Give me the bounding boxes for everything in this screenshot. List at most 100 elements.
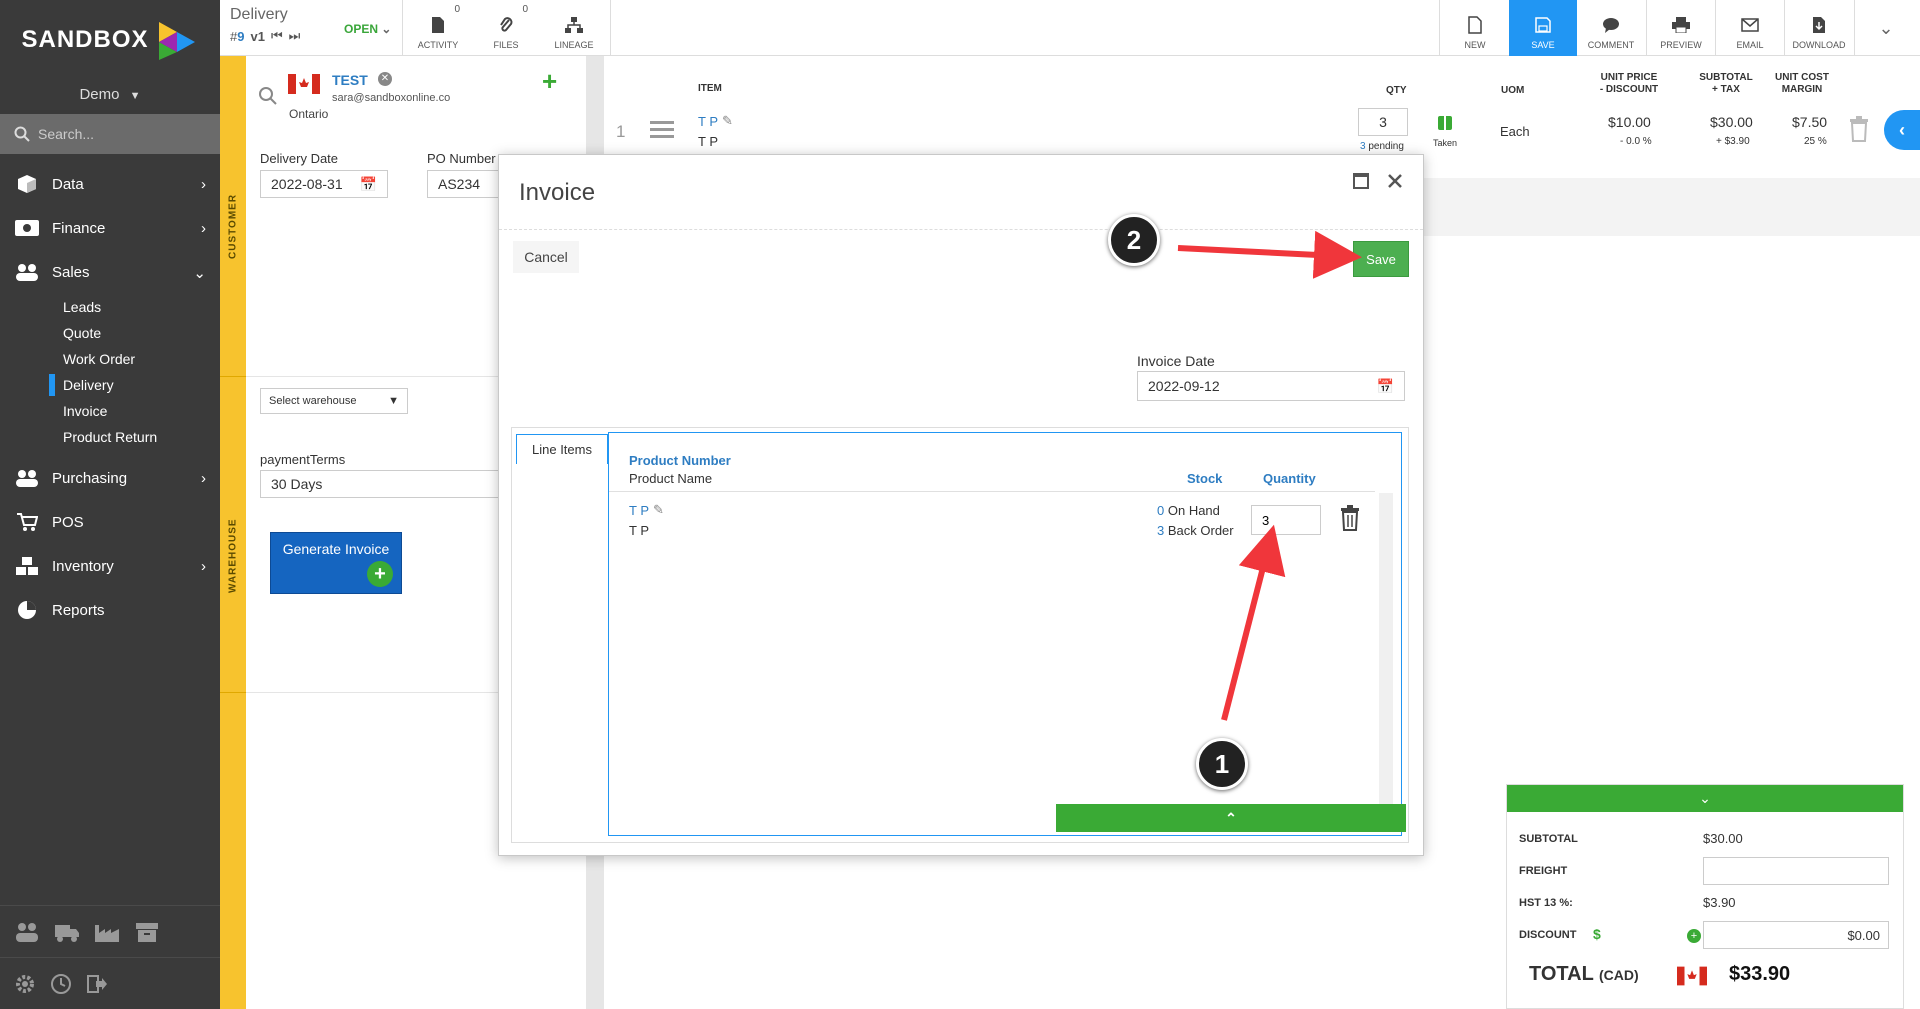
close-icon[interactable] — [1387, 173, 1403, 189]
col-stock: Stock — [1187, 471, 1223, 486]
dialog-divider — [499, 229, 1423, 230]
last-record-icon[interactable]: ⏭ — [289, 28, 301, 44]
sidebar-item-invoice[interactable]: Invoice — [0, 398, 220, 424]
save-label: SAVE — [1531, 40, 1555, 50]
line-code-link[interactable]: T P — [629, 503, 649, 518]
contacts-icon[interactable] — [14, 921, 40, 943]
sidebar-item-leads[interactable]: Leads — [0, 294, 220, 320]
new-label: NEW — [1464, 40, 1486, 50]
archive-icon[interactable] — [134, 921, 160, 943]
delivery-date-field[interactable]: 2022-08-31 📅 — [260, 170, 388, 198]
nav-data[interactable]: Data › — [0, 162, 220, 206]
files-button[interactable]: 0 FILES — [472, 0, 540, 56]
save-button[interactable]: SAVE — [1509, 0, 1577, 56]
customer-province: Ontario — [289, 107, 329, 121]
trash-icon[interactable] — [1848, 116, 1870, 145]
grid-scrollbar[interactable] — [1379, 493, 1393, 813]
brand-logo[interactable]: SANDBOX — [0, 0, 220, 80]
envelope-icon — [1741, 14, 1759, 36]
comment-button[interactable]: COMMENT — [1577, 0, 1645, 56]
plus-icon: + — [367, 561, 393, 587]
sidebar-bottom — [0, 905, 220, 1009]
freight-input[interactable] — [1703, 857, 1889, 885]
warehouse-select[interactable]: Select warehouse ▼ — [260, 388, 408, 414]
chevron-right-icon: › — [201, 176, 206, 193]
collapse-panel-tab[interactable]: ‹ — [1884, 110, 1920, 150]
sidebar-item-delivery[interactable]: Delivery — [0, 372, 220, 398]
quantity-input[interactable] — [1251, 505, 1321, 535]
logout-icon[interactable] — [86, 973, 108, 995]
invoice-dialog: Invoice Cancel Save Invoice Date 2022-09… — [498, 154, 1424, 856]
tab-line-items[interactable]: Line Items — [516, 434, 608, 464]
company-selector[interactable]: Demo ▼ — [0, 80, 220, 110]
truck-icon[interactable] — [54, 921, 80, 943]
item-code-link[interactable]: T P — [698, 114, 718, 129]
invoice-date-field[interactable]: 2022-09-12 📅 — [1137, 371, 1405, 401]
dialog-save-button[interactable]: Save — [1353, 241, 1409, 277]
nav-finance[interactable]: Finance › — [0, 206, 220, 250]
document-type: Delivery — [230, 6, 288, 23]
nav-pos[interactable]: POS — [0, 500, 220, 544]
remove-customer-icon[interactable]: ✕ — [378, 72, 392, 86]
chevron-down-icon: ▼ — [129, 90, 141, 102]
nav-purchasing[interactable]: Purchasing › — [0, 456, 220, 500]
totals-collapse-bar[interactable]: ⌄ — [1507, 785, 1903, 812]
calendar-icon[interactable]: 📅 — [360, 176, 377, 193]
subtotal-value: $30.00 — [1710, 114, 1753, 130]
expand-grid-bar[interactable]: ⌃ — [1056, 804, 1406, 832]
factory-icon[interactable] — [94, 921, 120, 943]
invoice-date-value: 2022-09-12 — [1148, 378, 1220, 394]
cancel-button[interactable]: Cancel — [513, 241, 579, 273]
gear-icon[interactable] — [14, 973, 36, 995]
sidebar-item-quote[interactable]: Quote — [0, 320, 220, 346]
payment-terms-value: 30 Days — [271, 476, 323, 492]
sidebar-item-product-return[interactable]: Product Return — [0, 424, 220, 450]
unit-price-value: $10.00 — [1608, 114, 1651, 130]
lineage-button[interactable]: LINEAGE — [540, 0, 608, 56]
more-actions-button[interactable]: ⌄ — [1856, 0, 1916, 56]
new-button[interactable]: NEW — [1441, 0, 1509, 56]
nav-inventory[interactable]: Inventory › — [0, 544, 220, 588]
strip-divider — [220, 692, 246, 693]
item-name: T P — [698, 134, 718, 149]
edit-icon[interactable]: ✎ — [722, 113, 733, 129]
first-record-icon[interactable]: ⏮ — [271, 28, 283, 44]
add-contact-icon[interactable]: + — [542, 66, 557, 97]
qty-input[interactable]: 3 — [1358, 108, 1408, 136]
sidebar-search-input[interactable] — [38, 126, 198, 142]
preview-button[interactable]: PREVIEW — [1647, 0, 1715, 56]
email-button[interactable]: EMAIL — [1716, 0, 1784, 56]
maximize-icon[interactable] — [1353, 173, 1369, 189]
status-badge: OPEN — [344, 22, 379, 36]
col-item: ITEM — [698, 83, 722, 94]
calendar-icon[interactable]: 📅 — [1377, 378, 1394, 395]
drag-handle-icon[interactable] — [650, 120, 674, 143]
col-product-number: Product Number — [629, 453, 731, 468]
download-label: DOWNLOAD — [1792, 40, 1846, 50]
clock-icon[interactable] — [50, 973, 72, 995]
lineage-label: LINEAGE — [554, 40, 594, 50]
search-icon[interactable] — [258, 86, 278, 106]
warehouse-strip-label: WAREHOUSE — [227, 518, 239, 594]
customer-name[interactable]: TEST — [332, 72, 368, 88]
sidebar-item-work-order[interactable]: Work Order — [0, 346, 220, 372]
discount-input[interactable]: $0.00 — [1703, 921, 1889, 949]
edit-icon[interactable]: ✎ — [653, 502, 664, 518]
email-label: EMAIL — [1736, 40, 1764, 50]
generate-invoice-button[interactable]: Generate Invoice + — [270, 532, 402, 594]
col-subtotal: SUBTOTAL + TAX — [1699, 72, 1753, 95]
activity-label: ACTIVITY — [417, 40, 459, 50]
download-icon — [1812, 14, 1826, 36]
trash-icon[interactable] — [1339, 505, 1361, 534]
activity-button[interactable]: 0 ACTIVITY — [404, 0, 472, 56]
hierarchy-icon — [565, 14, 583, 36]
download-button[interactable]: DOWNLOAD — [1785, 0, 1853, 56]
status-dropdown[interactable]: OPEN ⌄ — [344, 22, 391, 36]
uom-value: Each — [1500, 124, 1530, 139]
nav-reports[interactable]: Reports — [0, 588, 220, 632]
col-qty: QTY — [1386, 85, 1407, 96]
add-discount-icon[interactable]: + — [1687, 929, 1701, 943]
nav-data-label: Data — [52, 175, 84, 193]
company-name: Demo — [79, 86, 120, 103]
nav-sales[interactable]: Sales ⌄ — [0, 250, 220, 294]
